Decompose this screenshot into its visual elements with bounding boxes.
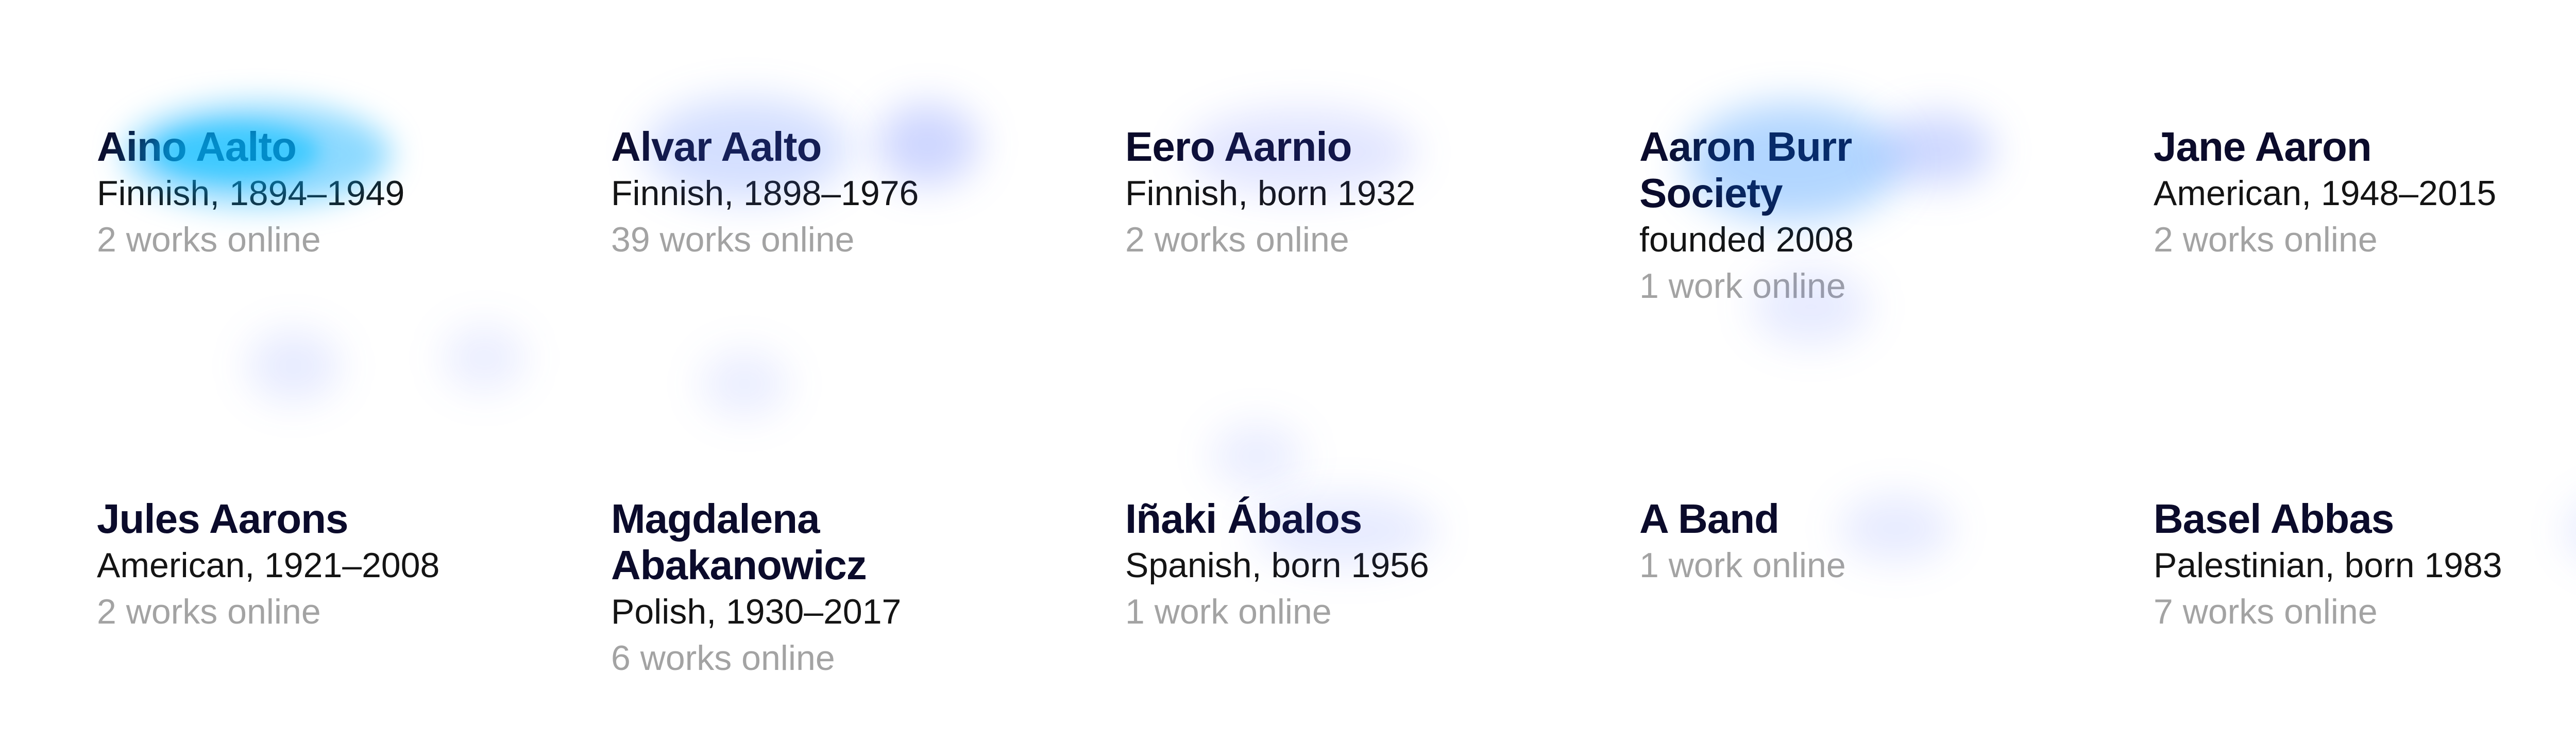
artist-description: American, 1921–2008	[97, 546, 440, 585]
artist-name[interactable]: A Band	[1639, 496, 1928, 542]
artist-card-alvar-aalto[interactable]: Alvar Aalto Finnish, 1898–1976 39 works …	[611, 124, 1125, 496]
artist-name[interactable]: Jules Aarons	[97, 496, 385, 542]
artist-description: founded 2008	[1639, 220, 1854, 259]
artist-description: Palestinian, born 1983	[2154, 546, 2502, 585]
artist-works-count: 6 works online	[611, 639, 835, 678]
artist-name[interactable]: Basel Abbas	[2154, 496, 2442, 542]
artist-name[interactable]: Alvar Aalto	[611, 124, 900, 170]
artist-description: Spanish, born 1956	[1125, 546, 1429, 585]
artist-card-eero-aarnio[interactable]: Eero Aarnio Finnish, born 1932 2 works o…	[1125, 124, 1639, 496]
artist-card-aino-aalto[interactable]: Aino Aalto Finnish, 1894–1949 2 works on…	[97, 124, 611, 496]
artist-description: Finnish, born 1932	[1125, 174, 1416, 213]
artist-name[interactable]: Magdalena Abakanowicz	[611, 496, 900, 589]
artist-name[interactable]: Jane Aaron	[2154, 124, 2442, 170]
artist-works-count: 2 works online	[97, 592, 321, 631]
artist-name[interactable]: Aino Aalto	[97, 124, 385, 170]
artist-works-count: 1 work online	[1639, 546, 1846, 585]
artist-description: Finnish, 1894–1949	[97, 174, 405, 213]
artist-card-jules-aarons[interactable]: Jules Aarons American, 1921–2008 2 works…	[97, 496, 611, 753]
artist-description: American, 1948–2015	[2154, 174, 2497, 213]
artist-works-count: 1 work online	[1125, 592, 1332, 631]
artist-card-basel-abbas[interactable]: Basel Abbas Palestinian, born 1983 7 wor…	[2154, 496, 2576, 753]
artist-works-count: 39 works online	[611, 220, 855, 259]
artist-description: Polish, 1930–2017	[611, 592, 902, 631]
artist-works-count: 1 work online	[1639, 266, 1846, 306]
artist-grid: Aino Aalto Finnish, 1894–1949 2 works on…	[97, 124, 2576, 753]
artist-works-count: 7 works online	[2154, 592, 2378, 631]
artist-name[interactable]: Iñaki Ábalos	[1125, 496, 1414, 542]
artist-works-count: 2 works online	[2154, 220, 2378, 259]
artist-works-count: 2 works online	[1125, 220, 1349, 259]
artist-card-inaki-abalos[interactable]: Iñaki Ábalos Spanish, born 1956 1 work o…	[1125, 496, 1639, 753]
artist-name[interactable]: Eero Aarnio	[1125, 124, 1414, 170]
artist-description: Finnish, 1898–1976	[611, 174, 919, 213]
artist-card-aaron-burr-society[interactable]: Aaron Burr Society founded 2008 1 work o…	[1639, 124, 2154, 496]
artist-card-a-band[interactable]: A Band 1 work online	[1639, 496, 2154, 753]
artist-card-magdalena-abakanowicz[interactable]: Magdalena Abakanowicz Polish, 1930–2017 …	[611, 496, 1125, 753]
artist-card-jane-aaron[interactable]: Jane Aaron American, 1948–2015 2 works o…	[2154, 124, 2576, 496]
artist-name[interactable]: Aaron Burr Society	[1639, 124, 1928, 216]
artist-works-count: 2 works online	[97, 220, 321, 259]
